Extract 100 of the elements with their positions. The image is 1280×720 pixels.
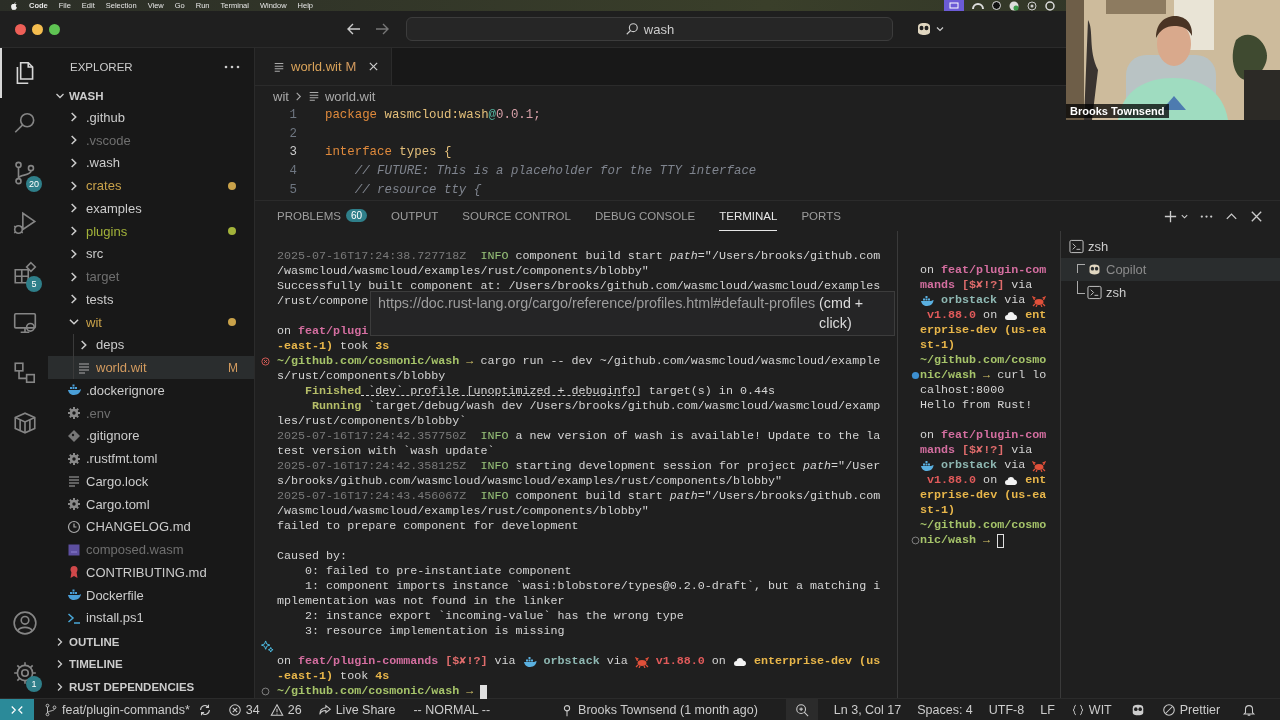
code-line: // resource tty { — [353, 182, 482, 197]
tree-item[interactable]: tests — [48, 288, 254, 311]
remote-button[interactable] — [0, 698, 34, 720]
zoom-button[interactable] — [785, 698, 818, 720]
tree-item[interactable]: src — [48, 242, 254, 266]
goggles-icon[interactable] — [915, 21, 933, 37]
editor-tab[interactable]: world.wit M — [255, 48, 393, 85]
more-icon[interactable] — [224, 65, 240, 69]
terminal-text: mplementation was not found in the linker — [277, 594, 565, 609]
tree-item[interactable]: world.wit M — [48, 356, 254, 379]
tree-item[interactable]: .rustfmt.toml — [48, 447, 254, 470]
minimize-window-button[interactable] — [32, 23, 43, 35]
crab-icon — [634, 655, 649, 668]
diamond-icon — [67, 428, 81, 443]
lines-icon — [307, 90, 320, 102]
panel-tab[interactable]: OUTPUT — [391, 201, 439, 231]
bell-icon[interactable] — [1242, 702, 1257, 717]
line-number: 2 — [288, 126, 297, 141]
tree-item[interactable]: .gitignore — [48, 424, 254, 448]
line-number: 4 — [288, 164, 297, 179]
account-icon[interactable] — [12, 610, 38, 636]
section-header[interactable]: TIMELINE — [48, 652, 254, 676]
screen-share-icon[interactable] — [944, 0, 964, 11]
terminal-text: orbstack via — [940, 293, 1027, 308]
cursor-position[interactable]: Ln 3, Col 17 — [833, 702, 902, 717]
panel-tab[interactable]: TERMINAL — [719, 201, 778, 231]
formatter-button[interactable]: Prettier — [1161, 702, 1221, 717]
close-icon[interactable] — [368, 61, 380, 72]
panel-tab[interactable]: DEBUG CONSOLE — [594, 201, 696, 231]
terminal-text: ent — [1024, 473, 1047, 488]
tree-item[interactable]: .github — [48, 106, 254, 129]
whale-icon — [920, 459, 934, 472]
section-header[interactable]: RUST DEPENDENCIES — [48, 675, 254, 698]
line-number: 1 — [288, 108, 297, 123]
tree-item[interactable]: wit — [48, 310, 254, 334]
terminal-text: 1: component imports instance `wasi:blobstore/types@0.2.0-draft`, but a matching i — [304, 579, 881, 594]
tree-item[interactable]: Cargo.lock — [48, 470, 254, 493]
branch-button[interactable]: feat/plugin-commands* — [44, 702, 190, 717]
tree-item[interactable]: plugins — [48, 219, 254, 243]
line-number: 3 — [288, 145, 297, 160]
error-icon[interactable] — [261, 357, 270, 366]
settings-icon[interactable] — [12, 660, 38, 686]
breadcrumb-item[interactable]: world.wit — [324, 88, 376, 104]
tree-item[interactable]: .wash — [48, 151, 254, 175]
tree-item[interactable]: install.ps1 — [48, 606, 254, 630]
terminal-session[interactable]: Copilot — [1061, 258, 1280, 281]
folder-name: WASH — [69, 90, 104, 102]
arc-icon[interactable] — [972, 1, 984, 10]
section-header[interactable]: OUTLINE — [48, 630, 254, 653]
forward-arrow-icon[interactable] — [374, 21, 390, 37]
panel-tab[interactable]: PROBLEMS 60 — [277, 201, 368, 231]
live-share-button[interactable]: Live Share — [317, 702, 396, 717]
panel-tab[interactable]: PORTS — [801, 201, 841, 231]
link[interactable]: https://doc.rust-lang.org/cargo/reference/profiles.html#default-profiles — [378, 293, 816, 313]
circle-icon[interactable] — [261, 687, 270, 696]
close-window-button[interactable] — [15, 23, 26, 35]
circle-icon[interactable] — [911, 536, 920, 545]
tree-item[interactable]: .vscode — [48, 128, 254, 152]
tree-item[interactable]: .env — [48, 401, 254, 425]
terminal-text: -east-1) took 4s — [277, 669, 390, 684]
tree-item[interactable]: Cargo.toml — [48, 492, 254, 516]
panel-tab[interactable]: SOURCE CONTROL — [462, 201, 571, 231]
problems-button[interactable]: 34 26 — [227, 702, 302, 717]
indentation[interactable]: Spaces: 4 — [917, 702, 973, 717]
breadcrumb-item[interactable]: wit — [273, 88, 289, 104]
tree-item[interactable]: CHANGELOG.md — [48, 515, 254, 539]
lines-icon — [77, 360, 91, 375]
circle-icon[interactable] — [1009, 0, 1019, 11]
tree-item[interactable]: Dockerfile — [48, 583, 254, 607]
cloud-icon — [732, 655, 747, 668]
tree-item[interactable]: composed.wasm — [48, 538, 254, 561]
sidebar-title: EXPLORER — [70, 61, 133, 73]
target-icon[interactable] — [1027, 0, 1037, 11]
activity-item[interactable]: 5 — [0, 248, 48, 298]
tree-item[interactable]: CONTRIBUTING.md — [48, 561, 254, 584]
plus-icon[interactable] — [1163, 208, 1178, 224]
back-arrow-icon[interactable] — [346, 21, 362, 37]
status-letter: M — [345, 59, 357, 74]
sparkle-icon[interactable] — [261, 640, 274, 653]
encoding[interactable]: UTF-8 — [988, 702, 1025, 717]
line-ending[interactable]: LF — [1040, 702, 1055, 717]
terminal-session[interactable]: zsh — [1061, 281, 1280, 304]
search-field[interactable]: wash — [406, 17, 893, 41]
chevron-down-icon[interactable] — [935, 24, 945, 34]
tree-item[interactable]: .dockerignore — [48, 379, 254, 402]
activity-item[interactable]: 20 — [0, 148, 48, 198]
terminal-text: Successfully built component at: /Users/brooks/github.com/wasmcloud/wasmcloud/examples — [277, 279, 881, 294]
tree-item[interactable]: target — [48, 265, 254, 288]
language-mode[interactable]: WIT — [1070, 702, 1112, 717]
sync-icon[interactable] — [197, 702, 212, 717]
terminal-session[interactable]: zsh — [1061, 235, 1280, 258]
folder-header[interactable]: WASH — [48, 86, 254, 106]
count-badge: 20 — [26, 176, 42, 192]
maximize-window-button[interactable] — [49, 23, 60, 35]
tree-item[interactable]: examples — [48, 197, 254, 220]
tree-item[interactable]: crates — [48, 174, 254, 197]
status-letter: M — [228, 360, 238, 375]
git-blame[interactable]: Brooks Townsend (1 month ago) — [560, 702, 758, 717]
dot-icon[interactable] — [911, 371, 920, 380]
terminal-text: /wasmcloud/wasmcloud/examples/rust/components/blobby" — [277, 264, 649, 279]
